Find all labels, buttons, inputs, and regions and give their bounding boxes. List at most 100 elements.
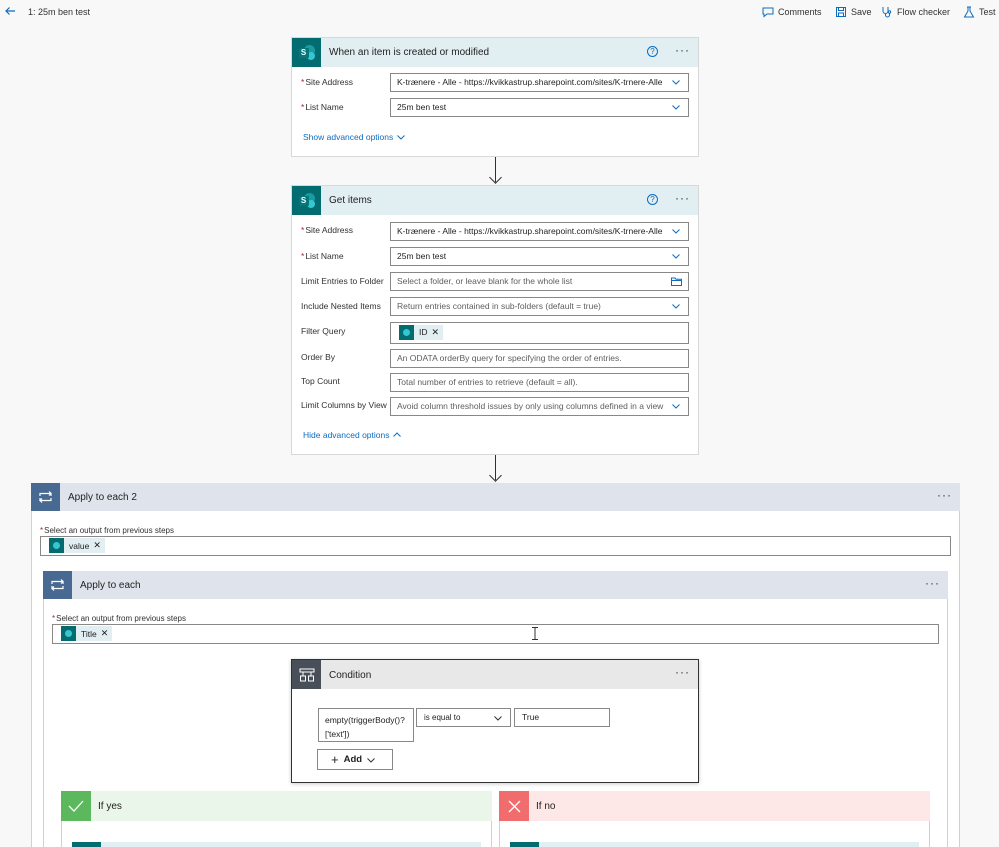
chevron-down-icon — [494, 716, 502, 721]
arrow-down-icon — [489, 171, 502, 184]
site-address-label: *Site Address — [301, 77, 354, 87]
chevron-down-icon — [672, 229, 680, 234]
order-by-input[interactable]: An ODATA orderBy query for specifying th… — [390, 349, 689, 368]
condition-right-operand[interactable]: True — [514, 708, 610, 727]
save-icon — [836, 7, 846, 17]
list-name-label: *List Name — [301, 102, 344, 112]
back-arrow-icon[interactable] — [4, 5, 18, 19]
nested-items-label: Include Nested Items — [301, 301, 381, 311]
remove-token-icon[interactable]: ✕ — [101, 628, 109, 639]
help-icon[interactable]: ? — [647, 194, 658, 205]
apply-to-each-2-header[interactable]: Apply to each 2 ··· — [31, 483, 960, 511]
condition-card: Condition ··· empty(triggerBody()? ['tex… — [291, 659, 699, 783]
more-options-icon[interactable]: ··· — [675, 665, 690, 679]
plus-icon: + — [331, 752, 339, 767]
text-cursor-icon — [532, 627, 538, 640]
select-output-input[interactable]: value ✕ — [40, 536, 951, 556]
flow-checker-button[interactable]: Flow checker — [881, 5, 950, 19]
hide-advanced-options-link[interactable]: Hide advanced options — [303, 430, 402, 440]
sharepoint-icon: S — [292, 38, 321, 67]
chevron-down-icon — [367, 757, 375, 763]
apply-to-each-title: Apply to each — [80, 580, 141, 591]
value-token[interactable]: value ✕ — [49, 538, 105, 553]
select-output-input[interactable]: Title ✕ — [52, 624, 939, 644]
select-output-label: *Select an output from previous steps — [52, 614, 186, 623]
condition-title: Condition — [329, 670, 372, 681]
id-token[interactable]: ID ✕ — [399, 324, 444, 341]
list-name-dropdown[interactable]: 25m ben test — [390, 98, 689, 117]
loop-icon — [31, 483, 60, 511]
get-items-header[interactable]: S Get items ? ··· — [292, 186, 698, 215]
close-icon — [499, 791, 529, 821]
filter-query-input[interactable]: ID ✕ — [390, 322, 689, 344]
condition-left-operand[interactable]: empty(triggerBody()? ['text']) — [318, 708, 414, 742]
arrow-down-icon — [489, 469, 502, 482]
more-options-icon[interactable]: ··· — [675, 43, 690, 57]
if-yes-action-card[interactable] — [72, 842, 481, 847]
trigger-card: S When an item is created or modified ? … — [291, 37, 699, 157]
beaker-icon — [963, 6, 975, 18]
if-yes-header[interactable]: If yes — [61, 791, 492, 821]
site-address-dropdown[interactable]: K-trænere - Alle - https://kvikkastrup.s… — [390, 222, 689, 241]
trigger-header[interactable]: S When an item is created or modified ? … — [292, 38, 698, 67]
order-by-label: Order By — [301, 352, 336, 362]
comments-button[interactable]: Comments — [762, 5, 822, 19]
folder-icon[interactable] — [671, 277, 682, 286]
stethoscope-icon — [882, 7, 892, 18]
apply-to-each-2-title: Apply to each 2 — [68, 492, 137, 503]
chevron-up-icon — [393, 432, 402, 437]
condition-operator-dropdown[interactable]: is equal to — [416, 708, 511, 727]
chevron-down-icon — [672, 80, 680, 85]
condition-icon — [292, 660, 321, 689]
limit-columns-label: Limit Columns by View — [301, 400, 387, 410]
site-address-dropdown[interactable]: K-trænere - Alle - https://kvikkastrup.s… — [390, 73, 689, 92]
more-options-icon[interactable]: ··· — [925, 576, 940, 590]
more-options-icon[interactable]: ··· — [675, 191, 690, 205]
limit-folder-label: Limit Entries to Folder — [301, 276, 384, 286]
if-no-action-card[interactable] — [510, 842, 919, 847]
test-button[interactable]: Test — [963, 5, 996, 19]
top-bar: 1: 25m ben test Comments Save Flow check… — [0, 0, 999, 24]
chevron-down-icon — [672, 254, 680, 259]
nested-items-dropdown[interactable]: Return entries contained in sub-folders … — [390, 297, 689, 316]
sharepoint-icon: S — [292, 186, 321, 215]
list-name-dropdown[interactable]: 25m ben test — [390, 247, 689, 266]
chevron-down-icon — [672, 105, 680, 110]
help-icon[interactable]: ? — [647, 46, 658, 57]
save-label: Save — [851, 7, 872, 17]
list-name-label: *List Name — [301, 251, 344, 261]
condition-header[interactable]: Condition ··· — [292, 660, 698, 689]
comment-icon — [762, 7, 774, 18]
flow-checker-label: Flow checker — [897, 7, 951, 17]
site-address-value: K-trænere - Alle - https://kvikkastrup.s… — [397, 77, 663, 87]
show-advanced-options-link[interactable]: Show advanced options — [303, 132, 406, 142]
comments-label: Comments — [778, 7, 822, 17]
sharepoint-icon — [399, 325, 414, 340]
checkmark-icon — [61, 791, 91, 821]
more-options-icon[interactable]: ··· — [937, 488, 952, 502]
trigger-title: When an item is created or modified — [329, 47, 490, 58]
apply-to-each-header[interactable]: Apply to each ··· — [43, 571, 948, 599]
add-button[interactable]: + Add — [317, 749, 393, 770]
remove-token-icon[interactable]: ✕ — [432, 324, 440, 341]
top-count-label: Top Count — [301, 376, 340, 386]
limit-folder-input[interactable]: Select a folder, or leave blank for the … — [390, 272, 689, 291]
if-yes-title: If yes — [98, 801, 122, 812]
list-name-value: 25m ben test — [397, 102, 447, 112]
save-button[interactable]: Save — [835, 5, 872, 19]
get-items-title: Get items — [329, 195, 372, 206]
flow-title: 1: 25m ben test — [28, 7, 91, 17]
filter-query-label: Filter Query — [301, 326, 346, 336]
if-no-title: If no — [536, 801, 556, 812]
chevron-down-icon — [672, 304, 680, 309]
title-token[interactable]: Title ✕ — [61, 626, 113, 641]
chevron-down-icon — [672, 404, 680, 409]
if-no-header[interactable]: If no — [499, 791, 930, 821]
limit-columns-dropdown[interactable]: Avoid column threshold issues by only us… — [390, 397, 689, 416]
sharepoint-icon — [61, 626, 76, 641]
get-items-card: S Get items ? ··· *Site Address K-træner… — [291, 185, 699, 455]
test-label: Test — [979, 7, 996, 17]
top-count-input[interactable]: Total number of entries to retrieve (def… — [390, 373, 689, 392]
remove-token-icon[interactable]: ✕ — [93, 540, 101, 551]
chevron-down-icon — [397, 135, 406, 140]
